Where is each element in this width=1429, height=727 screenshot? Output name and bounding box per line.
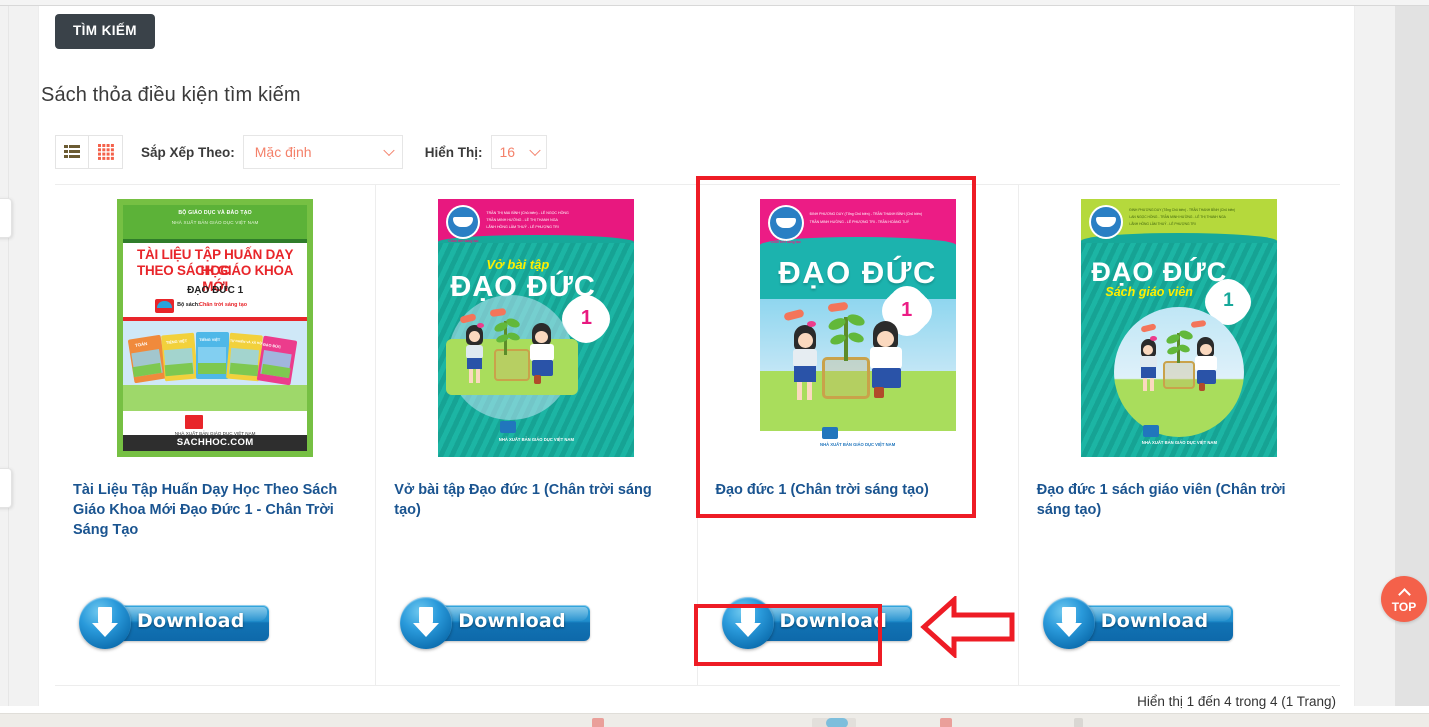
list-view-icon (64, 145, 80, 158)
cover-publisher-line2: NHÀ XUẤT BẢN GIÁO DỤC VIỆT NAM (171, 220, 259, 225)
sort-label: Sắp Xếp Theo: (141, 144, 235, 160)
chevron-up-icon (1397, 587, 1411, 601)
cover-site: SACHHOC.COM (176, 437, 254, 448)
limit-select[interactable]: 16 (490, 135, 547, 169)
product-title-link[interactable]: Vở bài tập Đạo đức 1 (Chân trời sáng tạo… (394, 480, 674, 520)
left-edge-tab-upper[interactable] (0, 198, 12, 238)
view-mode-toggle (55, 135, 123, 169)
cover-authors-line2: TRẦN MINH HƯỜNG - LÊ PHƯỢNG TRI - TRẦN H… (809, 220, 910, 224)
sort-select[interactable]: Mặc định (242, 135, 403, 169)
cover-subtitle: Sách giáo viên (1105, 285, 1193, 299)
chevron-down-icon (528, 144, 541, 157)
download-arrow-icon (79, 597, 131, 649)
download-button[interactable]: Download (1037, 597, 1237, 649)
cover-kicker: Vở bài tập (486, 257, 550, 272)
scroll-to-top-label: TOP (1391, 599, 1417, 614)
cover-title: ĐẠO ĐỨC (778, 255, 937, 290)
cover-grade: 1 (901, 299, 913, 321)
limit-label: Hiển Thị: (424, 144, 483, 160)
cover-authors-line3: LÃNH HỒNG LÂM THUỶ - LÊ PHƯỢNG TRI (1129, 222, 1196, 226)
product-image[interactable]: Chân trời sáng tạo TRẦN THỊ MAI BÌNH (Ch… (376, 197, 696, 459)
cover-grade: 1 (580, 307, 592, 329)
cover-badge: Chân trời sáng tạo (1091, 239, 1122, 243)
download-button[interactable]: Download (716, 597, 916, 649)
cover-grade: 1 (1223, 290, 1234, 311)
product-card: Chân trời sáng tạo TRẦN THỊ MAI BÌNH (Ch… (376, 185, 698, 685)
download-arrow-icon (1042, 597, 1095, 649)
cover-authors-line3: LÃNH HỒNG LÂM THUỶ - LÊ PHƯỢNG TRI (486, 225, 559, 229)
results-heading: Sách thỏa điều kiện tìm kiếm (41, 84, 301, 106)
os-taskbar (0, 713, 1429, 727)
cover-authors-line1: ĐINH PHƯƠNG DUY (Tổng Chủ biên) - TRẦN T… (809, 212, 923, 216)
download-label: Download (458, 610, 566, 632)
download-label: Download (779, 610, 887, 632)
download-arrow-icon (400, 597, 453, 649)
chevron-down-icon (383, 144, 395, 157)
book-cover-4: Chân trời sáng tạo ĐINH PHƯƠNG DUY (Tổng… (1081, 199, 1278, 457)
result-count-text: Hiển thị 1 đến 4 trong 4 (1 Trang) (1137, 694, 1336, 709)
cover-authors-line2: TRẦN MINH HƯỜNG - LÊ THỊ THANH NGA (486, 218, 558, 222)
cover-publisher: NHÀ XUẤT BẢN GIÁO DỤC VIỆT NAM (1141, 440, 1217, 445)
limit-selected-value: 16 (499, 144, 516, 160)
product-card: Chân trời sáng tạo ĐINH PHƯƠNG DUY (Tổng… (1019, 185, 1340, 685)
cover-authors-line1: TRẦN THỊ MAI BÌNH (Chủ biên) - LÊ NGỌC H… (486, 211, 569, 215)
product-image[interactable]: Chân trời sáng tạo ĐINH PHƯƠNG DUY (Tổng… (1019, 197, 1340, 459)
grid-view-icon (97, 144, 114, 160)
cover-subject: ĐẠO ĐỨC 1 (187, 285, 244, 296)
left-arrow-annotation (920, 596, 1015, 658)
left-edge-tab-lower[interactable] (0, 468, 12, 508)
cover-badge: Chân trời sáng tạo (448, 239, 479, 243)
cover-authors-line1: ĐINH PHƯƠNG DUY (Tổng Chủ biên) - TRẦN T… (1129, 208, 1236, 212)
cover-publisher-line1: BỘ GIÁO DỤC VÀ ĐÀO TẠO (178, 210, 252, 216)
product-title-link[interactable]: Đạo đức 1 sách giáo viên (Chân trời sáng… (1037, 480, 1317, 520)
screenshot-viewport: TÌM KIẾM Sách thỏa điều kiện tìm kiếm Sắ… (0, 0, 1429, 727)
product-title-link[interactable]: Đạo đức 1 (Chân trời sáng tạo) (716, 480, 996, 500)
cover-title: ĐẠO ĐỨC (1091, 257, 1228, 287)
cover-authors-line2: LAN NGỌC HỒNG - TRẦN MINH HƯỜNG - LÊ THỊ… (1129, 215, 1226, 219)
book-cover-3: Chân trời sáng tạo ĐINH PHƯƠNG DUY (Tổng… (759, 199, 956, 457)
grid-bottom-divider (55, 685, 1340, 686)
cover-badge: Chân trời sáng tạo (770, 240, 801, 244)
cover-publisher: NHÀ XUẤT BẢN GIÁO DỤC VIỆT NAM (498, 437, 574, 442)
product-image[interactable]: Chân trời sáng tạo ĐINH PHƯƠNG DUY (Tổng… (698, 197, 1018, 459)
download-button[interactable]: Download (394, 597, 594, 649)
scroll-to-top-button[interactable]: TOP (1381, 576, 1427, 622)
page-background-left (0, 6, 38, 706)
cover-publisher: NHÀ XUẤT BẢN GIÁO DỤC VIỆT NAM (820, 442, 896, 447)
book-cover-1: BỘ GIÁO DỤC VÀ ĐÀO TẠO NHÀ XUẤT BẢN GIÁO… (117, 199, 314, 457)
grid-view-button[interactable] (89, 135, 123, 169)
product-title-link[interactable]: Tài Liệu Tập Huấn Dạy Học Theo Sách Giáo… (73, 480, 368, 540)
search-button[interactable]: TÌM KIẾM (55, 14, 155, 49)
product-grid: BỘ GIÁO DỤC VÀ ĐÀO TẠO NHÀ XUẤT BẢN GIÁO… (55, 185, 1340, 685)
download-label: Download (137, 610, 245, 632)
product-card: BỘ GIÁO DỤC VÀ ĐÀO TẠO NHÀ XUẤT BẢN GIÁO… (55, 185, 377, 685)
cover-series-prefix: Bộ sách: (177, 302, 200, 308)
download-arrow-icon (721, 597, 774, 649)
results-control-bar: Sắp Xếp Theo: Mặc định Hiển Thị: 16 (55, 134, 1340, 170)
book-cover-2: Chân trời sáng tạo TRẦN THỊ MAI BÌNH (Ch… (438, 199, 635, 457)
download-label: Download (1100, 610, 1209, 632)
download-button[interactable]: Download (73, 597, 273, 649)
cover-title: ĐẠO ĐỨC (450, 271, 596, 303)
product-image[interactable]: BỘ GIÁO DỤC VÀ ĐÀO TẠO NHÀ XUẤT BẢN GIÁO… (55, 197, 375, 459)
sort-selected-value: Mặc định (254, 144, 312, 160)
list-view-button[interactable] (55, 135, 89, 169)
cover-series-name: Chân trời sáng tạo (199, 302, 247, 308)
page-content: TÌM KIẾM Sách thỏa điều kiện tìm kiếm Sắ… (38, 6, 1355, 709)
